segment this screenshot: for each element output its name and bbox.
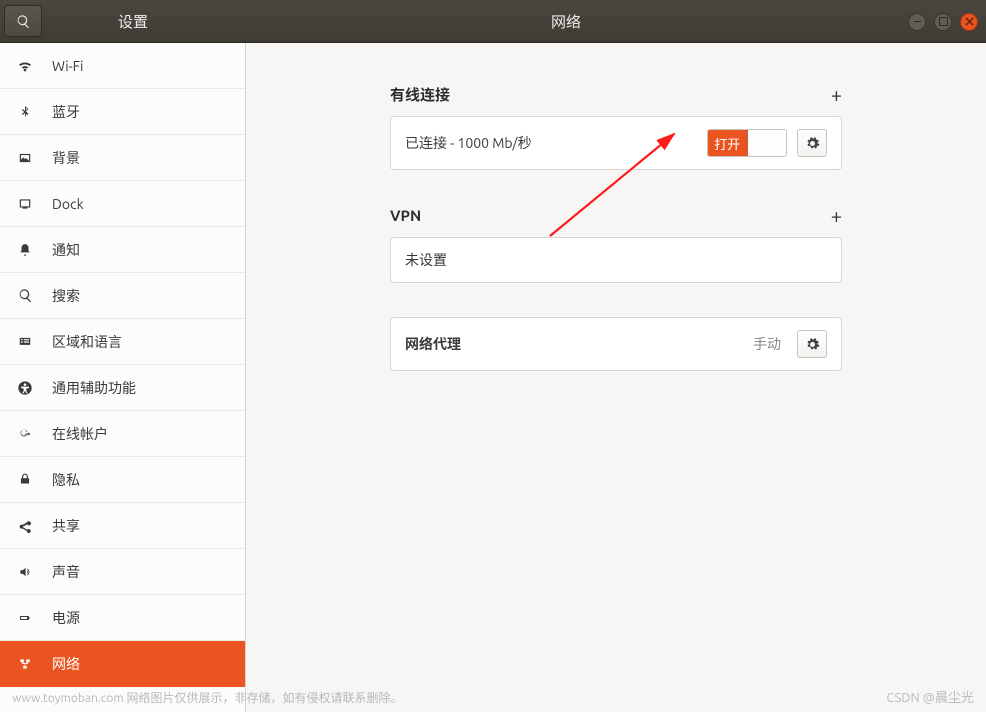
window-close-button[interactable] xyxy=(960,13,978,31)
sharing-icon xyxy=(16,518,34,534)
gear-icon xyxy=(805,337,820,352)
bluetooth-icon xyxy=(16,104,34,120)
sidebar-item-label: 电源 xyxy=(52,608,80,628)
sidebar-item-label: 区域和语言 xyxy=(52,332,122,352)
wired-settings-button[interactable] xyxy=(797,129,827,157)
window-maximize-button[interactable] xyxy=(934,13,952,31)
region-icon xyxy=(16,335,34,349)
accessibility-icon xyxy=(16,380,34,396)
sidebar-item-network[interactable]: 网络 xyxy=(0,641,245,687)
search-icon xyxy=(16,288,34,303)
sidebar-item-accessibility[interactable]: 通用辅助功能 xyxy=(0,365,245,411)
sidebar-item-sharing[interactable]: 共享 xyxy=(0,503,245,549)
wired-section-header: 有线连接 + xyxy=(390,83,842,106)
sidebar-item-label: 共享 xyxy=(52,516,80,536)
proxy-mode-value: 手动 xyxy=(753,334,781,354)
wifi-icon xyxy=(16,58,34,74)
sidebar-item-label: 网络 xyxy=(52,654,80,674)
sidebar-item-region[interactable]: 区域和语言 xyxy=(0,319,245,365)
sound-icon xyxy=(16,565,34,579)
gear-icon xyxy=(805,136,820,151)
switch-off-side xyxy=(748,130,787,156)
notification-icon xyxy=(16,242,34,258)
window-minimize-button[interactable] xyxy=(908,13,926,31)
sidebar-item-sound[interactable]: 声音 xyxy=(0,549,245,595)
add-vpn-button[interactable]: + xyxy=(831,204,842,227)
wired-status-text: 已连接 - 1000 Mb/秒 xyxy=(405,133,532,153)
vpn-status-text: 未设置 xyxy=(405,250,447,270)
dock-icon xyxy=(16,197,34,211)
proxy-settings-button[interactable] xyxy=(797,330,827,358)
sidebar-item-label: Wi-Fi xyxy=(52,58,83,74)
sidebar-item-label: 搜索 xyxy=(52,286,80,306)
close-icon xyxy=(965,17,974,26)
sidebar-item-label: Dock xyxy=(52,196,84,212)
sidebar-item-background[interactable]: 背景 xyxy=(0,135,245,181)
sidebar-item-label: 声音 xyxy=(52,562,80,582)
background-icon xyxy=(16,151,34,165)
privacy-icon xyxy=(16,473,34,487)
sidebar-item-notifications[interactable]: 通知 xyxy=(0,227,245,273)
sidebar-item-search[interactable]: 搜索 xyxy=(0,273,245,319)
sidebar-item-label: 在线帐户 xyxy=(52,424,108,444)
settings-sidebar: Wi-Fi 蓝牙 背景 Dock 通知 搜索 区域和语言 通用辅 xyxy=(0,43,246,712)
proxy-card[interactable]: 网络代理 手动 xyxy=(390,317,842,371)
sidebar-item-bluetooth[interactable]: 蓝牙 xyxy=(0,89,245,135)
sidebar-item-privacy[interactable]: 隐私 xyxy=(0,457,245,503)
wired-section-title: 有线连接 xyxy=(390,84,450,105)
sidebar-item-label: 蓝牙 xyxy=(52,102,80,122)
titlebar-search-button[interactable] xyxy=(4,5,42,37)
online-accounts-icon xyxy=(16,427,34,441)
sidebar-item-label: 通用辅助功能 xyxy=(52,378,136,398)
add-wired-button[interactable]: + xyxy=(831,83,842,106)
vpn-card: 未设置 xyxy=(390,237,842,283)
sidebar-item-dock[interactable]: Dock xyxy=(0,181,245,227)
search-icon xyxy=(16,14,31,29)
sidebar-item-label: 隐私 xyxy=(52,470,80,490)
sidebar-item-online-accounts[interactable]: 在线帐户 xyxy=(0,411,245,457)
sidebar-item-power[interactable]: 电源 xyxy=(0,595,245,641)
titlebar-center-title: 网络 xyxy=(246,11,886,32)
network-icon xyxy=(16,657,34,671)
window-titlebar: 设置 网络 xyxy=(0,0,986,43)
sidebar-item-label: 通知 xyxy=(52,240,80,260)
network-settings-content: 有线连接 + 已连接 - 1000 Mb/秒 打开 VPN + 未设置 xyxy=(246,43,986,712)
sidebar-item-label: 背景 xyxy=(52,148,80,168)
switch-on-label: 打开 xyxy=(708,130,748,156)
watermark-right: CSDN @晨尘光 xyxy=(886,687,974,706)
proxy-title: 网络代理 xyxy=(405,334,461,354)
sidebar-item-wifi[interactable]: Wi-Fi xyxy=(0,43,245,89)
window-controls xyxy=(908,0,978,43)
wired-toggle-switch[interactable]: 打开 xyxy=(707,129,787,157)
vpn-section-title: VPN xyxy=(390,207,421,224)
watermark-left: www.toymoban.com 网络图片仅供展示，非存储，如有侵权请联系删除。 xyxy=(12,689,402,706)
vpn-section-header: VPN + xyxy=(390,204,842,227)
power-icon xyxy=(16,612,34,624)
wired-connection-card: 已连接 - 1000 Mb/秒 打开 xyxy=(390,116,842,170)
